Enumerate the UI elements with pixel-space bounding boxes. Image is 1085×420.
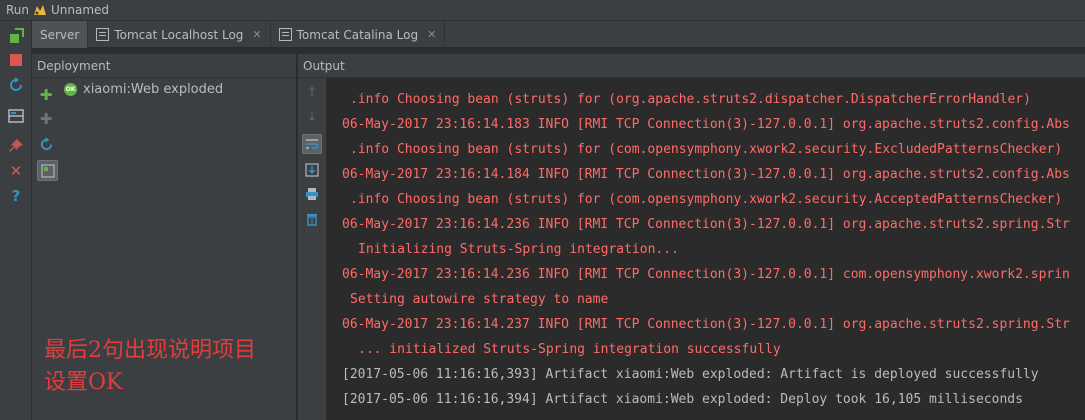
print-icon[interactable] (302, 184, 322, 204)
console-line: .info Choosing bean (struts) for (com.op… (350, 142, 1063, 157)
tab-server[interactable]: Server (32, 21, 89, 48)
console-line: 06-May-2017 23:16:14.184 INFO [RMI TCP C… (342, 167, 1070, 182)
annotation-line-1: 最后2句出现说明项目 (44, 338, 256, 363)
console-line: 06-May-2017 23:16:14.183 INFO [RMI TCP C… (342, 117, 1070, 132)
tab-tomcat-localhost-log[interactable]: Tomcat Localhost Log ✕ (88, 21, 271, 48)
run-tabs: Server Tomcat Localhost Log ✕ Tomcat Cat… (32, 21, 1085, 48)
tab-close-icon[interactable]: ✕ (252, 28, 261, 41)
annotation-line-2: 设置OK (44, 370, 123, 395)
output-header: Output (298, 54, 1085, 78)
help-icon[interactable]: ? (7, 187, 25, 205)
console-line: [2017-05-06 11:16:16,394] Artifact xiaom… (342, 392, 1023, 407)
status-badge: OK (64, 83, 77, 96)
run-titlebar: Run Unnamed (0, 0, 1085, 21)
tomcat-config-icon (34, 4, 47, 15)
deploy-add-icon[interactable]: ✚ (37, 86, 55, 104)
scroll-down-icon[interactable]: 🡓 (302, 108, 322, 128)
scroll-up-icon[interactable]: 🡑 (302, 84, 322, 104)
tab-close-icon[interactable]: ✕ (427, 28, 436, 41)
layout-icon[interactable] (7, 107, 25, 125)
tab-tomcat-catalina-log[interactable]: Tomcat Catalina Log ✕ (271, 21, 446, 48)
redeploy-icon[interactable] (37, 135, 55, 153)
console-line: .info Choosing bean (struts) for (com.op… (350, 192, 1063, 207)
output-console[interactable]: .info Choosing bean (struts) for (org.ap… (326, 78, 1085, 420)
pin-icon[interactable] (7, 137, 25, 155)
run-config-name: Unnamed (51, 3, 110, 17)
scroll-to-end-icon[interactable] (302, 160, 322, 180)
console-line: Initializing Struts-Spring integration..… (358, 242, 679, 257)
tab-catalina-log-label: Tomcat Catalina Log (296, 27, 419, 42)
log-icon (278, 28, 292, 41)
stop-icon[interactable] (7, 51, 25, 69)
artifact-select-icon[interactable] (37, 160, 58, 181)
artifact-name: xiaomi:Web exploded (83, 82, 224, 97)
deployment-panel: ✚ ✚ OK xiaomi:Web exploded 最后2句出现说明项目 设置… (32, 78, 296, 420)
run-toolbar: ✕ ? (0, 21, 32, 420)
console-line: 06-May-2017 23:16:14.236 INFO [RMI TCP C… (342, 267, 1070, 282)
console-line: 06-May-2017 23:16:14.236 INFO [RMI TCP C… (342, 217, 1070, 232)
deployment-header: Deployment (32, 54, 296, 78)
close-icon[interactable]: ✕ (7, 162, 25, 180)
output-toolbar: 🡑 🡓 (298, 78, 326, 420)
soft-wrap-icon[interactable] (302, 134, 322, 154)
tab-localhost-log-label: Tomcat Localhost Log (114, 27, 244, 42)
console-line: [2017-05-06 11:16:16,393] Artifact xiaom… (342, 367, 1039, 382)
console-line: ... initialized Struts-Spring integratio… (358, 342, 781, 357)
artifact-tree-item[interactable]: OK xiaomi:Web exploded (64, 82, 223, 97)
console-line: 06-May-2017 23:16:14.237 INFO [RMI TCP C… (342, 317, 1070, 332)
log-icon (96, 28, 110, 41)
annotation-text: 最后2句出现说明项目 设置OK (44, 335, 256, 399)
tab-server-label: Server (40, 27, 80, 42)
console-line: Setting autowire strategy to name (350, 292, 609, 307)
rerun-icon[interactable] (7, 27, 25, 45)
undeploy-icon[interactable]: ✚ (37, 110, 55, 128)
run-label: Run (6, 3, 30, 17)
console-line: .info Choosing bean (struts) for (org.ap… (350, 92, 1031, 107)
restart-icon[interactable] (7, 76, 25, 94)
clear-all-icon[interactable] (302, 209, 322, 229)
